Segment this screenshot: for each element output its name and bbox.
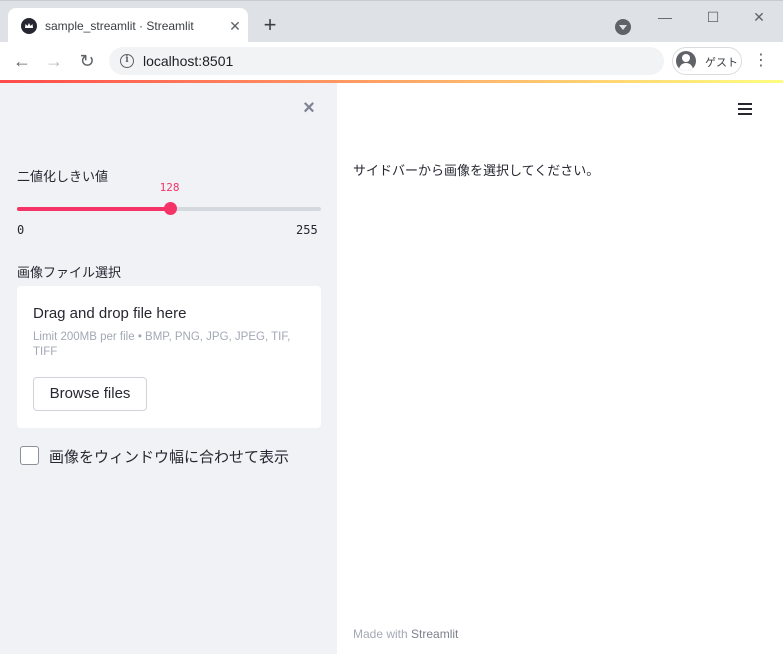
checkbox-label: 画像をウィンドウ幅に合わせて表示 (49, 449, 290, 466)
maximize-button[interactable]: ☐ (698, 5, 728, 29)
slider-min-label: 0 (17, 223, 25, 237)
tab-title: sample_streamlit · Streamlit (45, 19, 194, 33)
slider-thumb[interactable] (163, 202, 177, 215)
url-text: localhost:8501 (143, 53, 234, 69)
forward-button[interactable]: → (41, 48, 67, 74)
back-button[interactable]: ← (9, 48, 35, 74)
main-content: サイドバーから画像を選択してください。 Made with Streamlit (337, 83, 783, 654)
window-close-button[interactable]: ✕ (744, 5, 774, 29)
dropzone-limit-text: Limit 200MB per file • BMP, PNG, JPG, JP… (33, 331, 291, 358)
browser-menu-icon[interactable]: ⋮ (753, 48, 769, 74)
browser-tab[interactable]: sample_streamlit · Streamlit ✕ (8, 8, 248, 43)
footer: Made with Streamlit (353, 627, 458, 641)
dropzone-title: Drag and drop file here (33, 305, 187, 322)
avatar-icon (676, 51, 696, 71)
slider-max-label: 255 (296, 223, 318, 237)
minimize-button[interactable]: — (650, 5, 680, 29)
address-bar[interactable]: i localhost:8501 (109, 47, 664, 75)
sidebar: × 二値化しきい値 128 0 255 画像ファイル選択 Drag and dr… (0, 83, 337, 654)
instruction-message: サイドバーから画像を選択してください。 (353, 163, 600, 178)
footer-prefix: Made with (353, 627, 412, 641)
profile-button[interactable]: ゲスト (672, 47, 742, 75)
profile-label: ゲスト (705, 57, 738, 69)
slider-current-value: 128 (159, 181, 180, 194)
fit-width-checkbox[interactable] (20, 446, 39, 465)
new-tab-button[interactable]: + (259, 14, 281, 36)
media-control-icon[interactable] (615, 19, 631, 35)
threshold-slider[interactable]: 128 (17, 181, 321, 215)
streamlit-link[interactable]: Streamlit (411, 627, 458, 641)
browser-toolbar: ← → ↻ i localhost:8501 ゲスト ⋮ (0, 42, 783, 80)
file-dropzone[interactable]: Drag and drop file here Limit 200MB per … (17, 286, 321, 428)
tab-close-icon[interactable]: ✕ (227, 18, 243, 34)
slider-fill (17, 207, 170, 211)
site-info-icon[interactable]: i (120, 54, 134, 68)
slider-label: 二値化しきい値 (17, 169, 109, 184)
hamburger-menu-icon[interactable] (736, 100, 754, 118)
browser-titlebar: sample_streamlit · Streamlit ✕ + — ☐ ✕ (0, 0, 783, 43)
uploader-label: 画像ファイル選択 (17, 265, 122, 280)
sidebar-close-icon[interactable]: × (298, 97, 320, 119)
fit-width-checkbox-row[interactable]: 画像をウィンドウ幅に合わせて表示 (17, 443, 327, 469)
streamlit-crown-icon (21, 18, 37, 34)
reload-button[interactable]: ↻ (74, 48, 100, 74)
browse-files-button[interactable]: Browse files (33, 377, 147, 411)
